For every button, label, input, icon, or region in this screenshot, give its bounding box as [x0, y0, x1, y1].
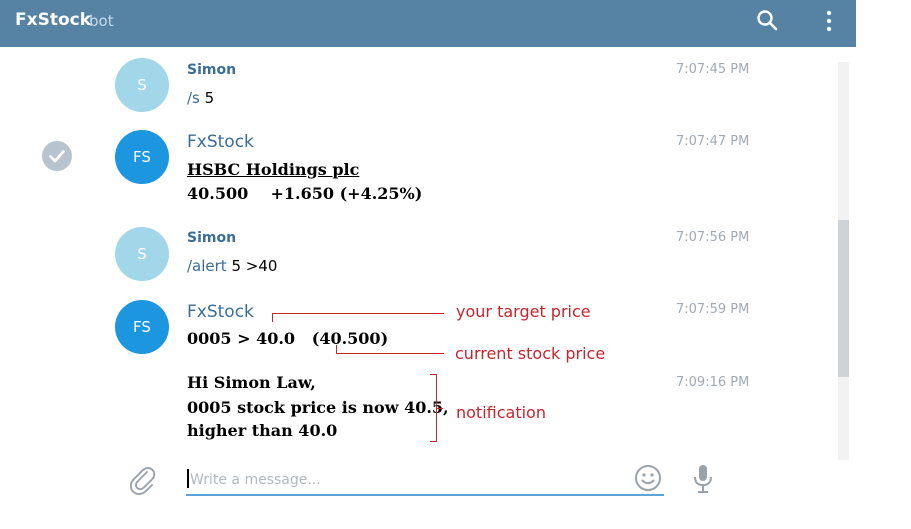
annotation-bracket: [437, 408, 443, 409]
annotation-line: [272, 313, 444, 314]
message-text: /alert 5 >40: [187, 257, 277, 275]
annotation-line: [336, 353, 444, 354]
annotation-current-price: current stock price: [455, 344, 606, 363]
command-args: 5 >40: [226, 257, 278, 275]
message-time: 7:09:16 PM: [676, 375, 750, 390]
command-args: 5: [199, 89, 215, 107]
avatar[interactable]: S: [115, 227, 169, 281]
chat-header: FxStock bot: [0, 0, 856, 47]
scrollbar-thumb[interactable]: [838, 220, 849, 377]
notification-line: Hi Simon Law,: [187, 373, 316, 392]
message-text: /s 5: [187, 89, 214, 107]
annotation-line: [336, 345, 337, 354]
bot-command-link[interactable]: /alert: [187, 257, 227, 275]
message-time: 7:07:59 PM: [676, 302, 750, 317]
avatar[interactable]: S: [115, 58, 169, 112]
notification-line: higher than 40.0: [187, 421, 338, 440]
message-sender[interactable]: FxStock: [187, 132, 254, 152]
notification-line: 0005 stock price is now 40.5,: [187, 398, 449, 417]
emoji-icon[interactable]: [634, 464, 662, 492]
attach-icon[interactable]: [128, 463, 156, 495]
message-time: 7:07:56 PM: [676, 230, 750, 245]
message-sender[interactable]: Simon: [187, 62, 236, 78]
avatar[interactable]: FS: [115, 130, 169, 184]
more-vert-icon[interactable]: [821, 9, 837, 33]
bot-command-link[interactable]: /s: [187, 89, 200, 107]
annotation-bracket: [430, 441, 437, 442]
check-icon[interactable]: [42, 141, 72, 171]
annotation-target-price: your target price: [456, 302, 591, 321]
company-name: HSBC Holdings plc: [187, 160, 360, 179]
chat-title[interactable]: FxStock: [15, 10, 91, 30]
message-sender[interactable]: FxStock: [187, 302, 254, 322]
chat-subtitle: bot: [89, 12, 114, 30]
avatar[interactable]: FS: [115, 300, 169, 354]
mic-icon[interactable]: [692, 464, 714, 494]
message-sender[interactable]: Simon: [187, 230, 236, 246]
message-time: 7:07:45 PM: [676, 62, 750, 77]
message-time: 7:07:47 PM: [676, 134, 750, 149]
alert-line: 0005 > 40.0 (40.500): [187, 329, 389, 348]
annotation-notification: notification: [456, 403, 546, 422]
annotation-bracket: [430, 374, 437, 375]
text-caret: [187, 469, 189, 488]
search-icon[interactable]: [756, 9, 778, 31]
annotation-line: [272, 313, 273, 322]
message-input[interactable]: [186, 466, 664, 496]
price-line: 40.500 +1.650 (+4.25%): [187, 184, 423, 203]
